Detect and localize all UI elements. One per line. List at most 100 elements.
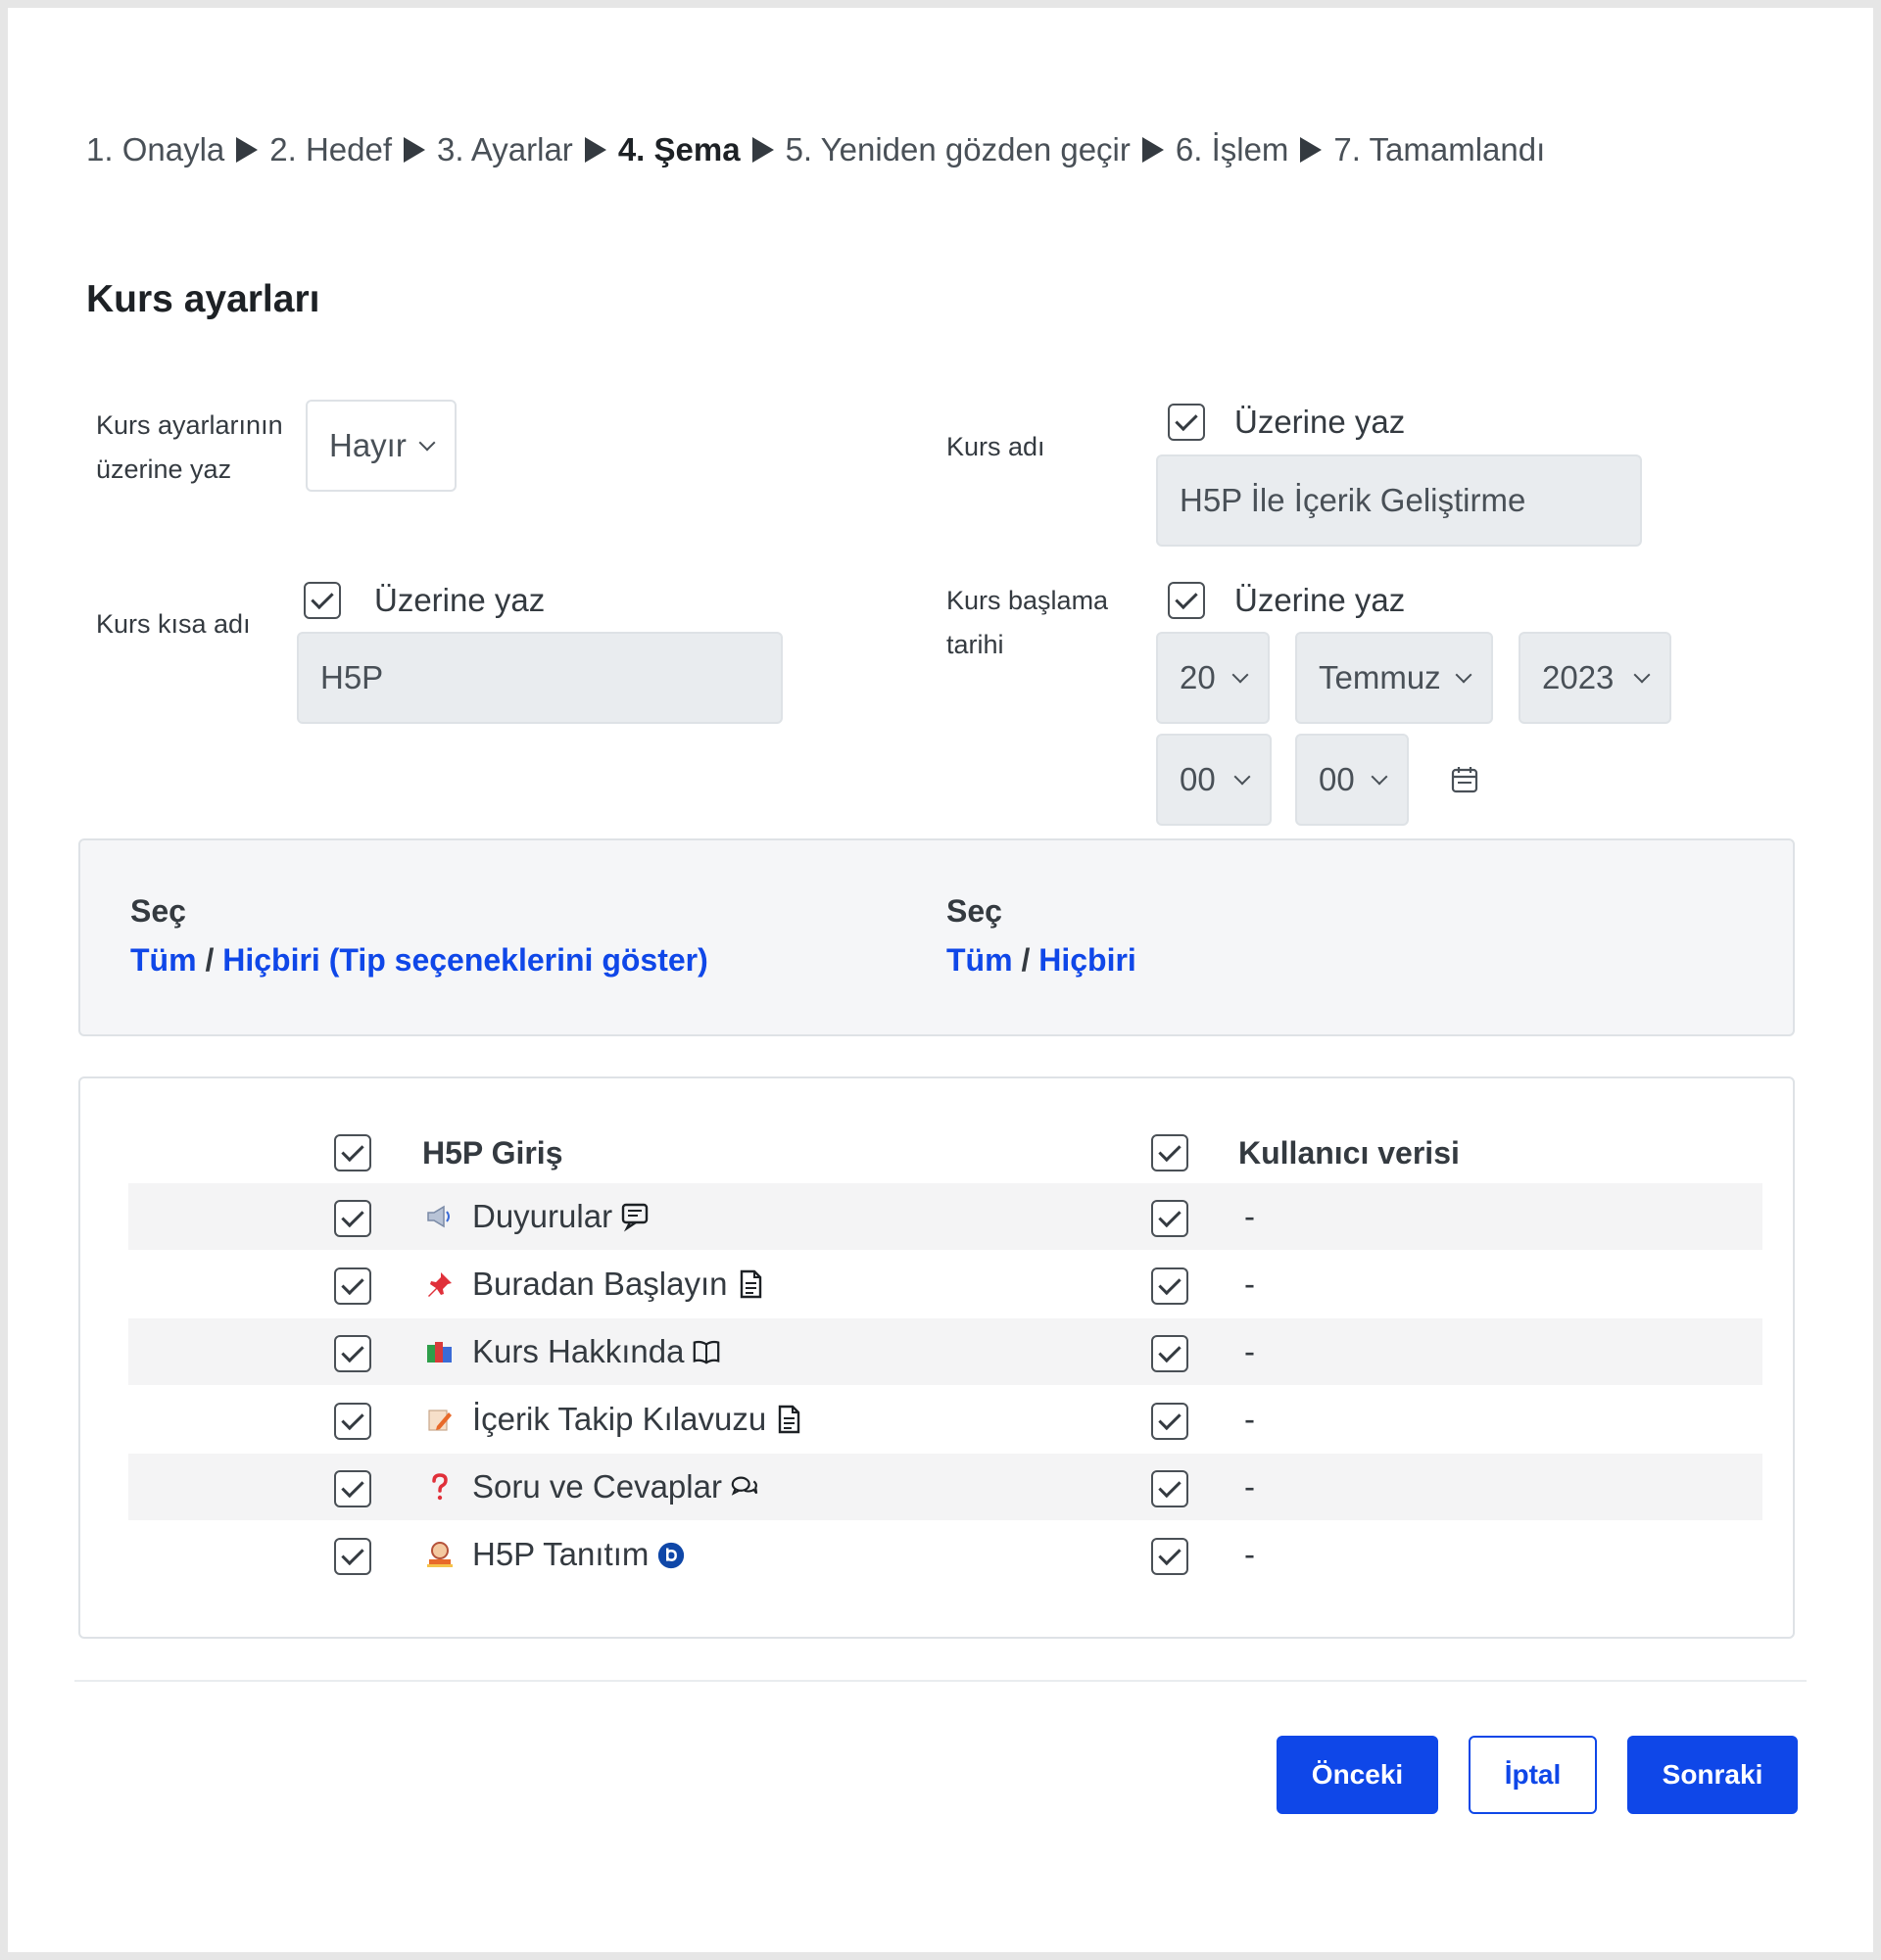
calendar-icon[interactable]	[1450, 765, 1479, 794]
course-name-overwrite-label: Üzerine yaz	[1234, 404, 1406, 440]
chevron-down-icon	[418, 434, 436, 452]
select-links-left: Tüm / Hiçbiri (Tip seçeneklerini göster)	[130, 942, 708, 979]
activity-row: Soru ve Cevaplar	[425, 1468, 759, 1506]
breadcrumb-step-7: 7. Tamamlandı	[1333, 131, 1546, 167]
activity-userdata-checkbox[interactable]	[1151, 1267, 1188, 1305]
user-data-value: -	[1244, 1266, 1255, 1302]
start-date-label-line2: tarihi	[946, 630, 1004, 659]
user-data-value: -	[1244, 1198, 1255, 1234]
section-include-checkbox[interactable]	[334, 1134, 371, 1171]
breadcrumb-arrow-icon	[1300, 137, 1323, 163]
show-type-options-label: Tip seçeneklerini göster	[339, 942, 699, 978]
row-band	[128, 1454, 1762, 1520]
paren-close: )	[698, 942, 708, 978]
select-none-userdata-link[interactable]: Hiçbiri	[1038, 942, 1136, 978]
start-date-overwrite-label: Üzerine yaz	[1234, 582, 1406, 618]
forum-icon	[621, 1203, 649, 1232]
note-pencil-icon	[428, 1410, 452, 1431]
activity-include-checkbox[interactable]	[334, 1267, 371, 1305]
start-day-select[interactable]: 20	[1156, 632, 1270, 724]
activity-label[interactable]: İçerik Takip Kılavuzu	[472, 1401, 766, 1438]
course-name-field[interactable]: H5P İle İçerik Geliştirme	[1156, 454, 1642, 547]
overwrite-settings-value: Hayır	[329, 427, 407, 463]
start-day-value: 20	[1180, 659, 1216, 695]
activity-include-checkbox[interactable]	[334, 1538, 371, 1575]
chevron-down-icon	[1231, 666, 1249, 684]
activity-label[interactable]: Buradan Başlayın	[472, 1266, 728, 1303]
short-name-overwrite-checkbox[interactable]	[304, 582, 341, 619]
page-icon	[779, 1405, 800, 1434]
activity-label[interactable]: Soru ve Cevaplar	[472, 1468, 722, 1506]
activity-userdata-checkbox[interactable]	[1151, 1335, 1188, 1372]
activity-label[interactable]: Kurs Hakkında	[472, 1333, 684, 1370]
presenter-icon	[427, 1542, 453, 1567]
pin-icon	[428, 1272, 452, 1297]
book-icon	[694, 1340, 720, 1364]
activity-label[interactable]: Duyurular	[472, 1198, 612, 1235]
start-month-select[interactable]: Temmuz	[1295, 632, 1493, 724]
breadcrumb-step-3: 3. Ayarlar	[437, 131, 573, 167]
activity-row: Duyurular	[425, 1198, 650, 1235]
select-title-right: Seç	[946, 893, 1002, 929]
books-icon	[427, 1342, 452, 1362]
start-minute-select[interactable]: 00	[1295, 734, 1409, 826]
activity-userdata-checkbox[interactable]	[1151, 1200, 1188, 1237]
previous-button[interactable]: Önceki	[1277, 1736, 1438, 1814]
breadcrumb-step-1: 1. Onayla	[86, 131, 225, 167]
section-title: Kurs ayarları	[86, 278, 320, 320]
next-button[interactable]: Sonraki	[1627, 1736, 1798, 1814]
activity-userdata-checkbox[interactable]	[1151, 1403, 1188, 1440]
course-name-overwrite-checkbox[interactable]	[1168, 404, 1205, 441]
overwrite-settings-label: Kurs ayarlarının üzerine yaz	[96, 404, 283, 492]
select-title-left: Seç	[130, 893, 186, 929]
breadcrumb: 1. Onayla 2. Hedef 3. Ayarlar 4. Şema 5.…	[86, 131, 1545, 168]
activity-include-checkbox[interactable]	[334, 1470, 371, 1507]
start-year-value: 2023	[1542, 659, 1615, 695]
activity-label[interactable]: H5P Tanıtım	[472, 1536, 649, 1573]
chat-icon	[731, 1476, 758, 1496]
select-slash: /	[1021, 942, 1031, 978]
paren-open: (	[328, 942, 340, 978]
start-date-overwrite-checkbox[interactable]	[1168, 582, 1205, 619]
chevron-down-icon	[1371, 768, 1388, 786]
overwrite-settings-select[interactable]: Hayır	[306, 400, 457, 492]
activity-include-checkbox[interactable]	[334, 1200, 371, 1237]
short-name-label: Kurs kısa adı	[96, 609, 251, 639]
megaphone-icon	[427, 1205, 450, 1228]
user-data-header: Kullanıcı verisi	[1238, 1135, 1460, 1171]
breadcrumb-step-2: 2. Hedef	[269, 131, 392, 167]
breadcrumb-step-6: 6. İşlem	[1175, 131, 1289, 167]
start-date-label-line1: Kurs başlama	[946, 586, 1109, 615]
breadcrumb-arrow-icon	[751, 137, 774, 163]
chevron-down-icon	[1233, 768, 1251, 786]
page-icon	[740, 1269, 761, 1299]
bigbluebutton-icon	[658, 1542, 685, 1569]
select-slash: /	[205, 942, 215, 978]
start-minute-value: 00	[1319, 761, 1355, 797]
select-all-link[interactable]: Tüm	[130, 942, 197, 978]
section-userdata-checkbox[interactable]	[1151, 1134, 1188, 1171]
start-month-value: Temmuz	[1319, 659, 1441, 695]
cancel-button[interactable]: İptal	[1469, 1736, 1597, 1814]
row-band	[128, 1318, 1762, 1385]
overwrite-settings-label-line2: üzerine yaz	[96, 454, 232, 484]
select-all-userdata-link[interactable]: Tüm	[946, 942, 1013, 978]
start-date-label: Kurs başlama tarihi	[946, 579, 1108, 667]
start-year-select[interactable]: 2023	[1519, 632, 1671, 724]
start-hour-select[interactable]: 00	[1156, 734, 1272, 826]
short-name-field[interactable]: H5P	[297, 632, 783, 724]
select-panel	[78, 838, 1795, 1036]
breadcrumb-step-5: 5. Yeniden gözden geçir	[785, 131, 1131, 167]
question-icon	[432, 1473, 448, 1501]
select-none-link[interactable]: Hiçbiri	[222, 942, 320, 978]
activity-include-checkbox[interactable]	[334, 1403, 371, 1440]
page-frame: 1. Onayla 2. Hedef 3. Ayarlar 4. Şema 5.…	[8, 8, 1873, 1952]
show-type-options-link[interactable]: (Tip seçeneklerini göster)	[329, 942, 708, 978]
breadcrumb-arrow-icon	[1141, 137, 1164, 163]
short-name-overwrite-label: Üzerine yaz	[374, 582, 546, 618]
breadcrumb-arrow-icon	[584, 137, 606, 163]
start-hour-value: 00	[1180, 761, 1216, 797]
activity-userdata-checkbox[interactable]	[1151, 1538, 1188, 1575]
activity-userdata-checkbox[interactable]	[1151, 1470, 1188, 1507]
activity-include-checkbox[interactable]	[334, 1335, 371, 1372]
